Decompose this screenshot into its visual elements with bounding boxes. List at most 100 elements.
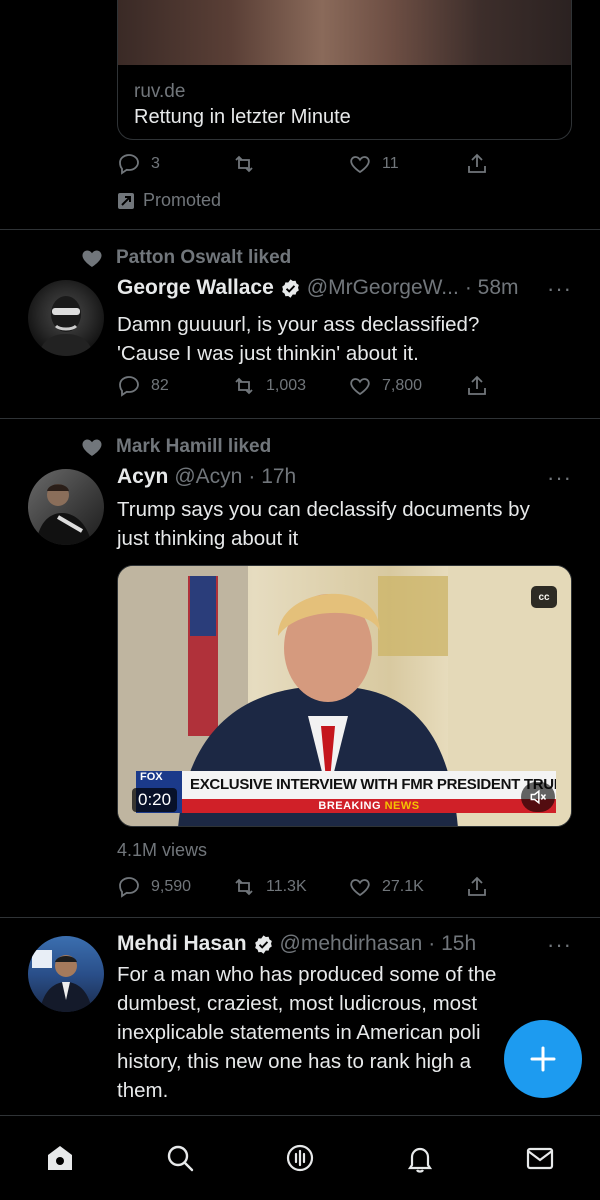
display-name[interactable]: Mehdi Hasan [117,932,247,956]
tweet-text-line: dumbest, craziest, most ludicrous, most [117,992,478,1015]
share-icon [468,876,486,896]
breaking-text: BREAKING [318,800,382,812]
breaking-news-banner: BREAKING NEWS [182,799,556,813]
retweet-button[interactable] [232,150,256,178]
nav-search[interactable] [160,1138,200,1178]
bottom-navigation [0,1115,600,1200]
retweet-icon [235,878,253,896]
plus-icon [530,1046,556,1072]
mute-button[interactable] [521,782,555,812]
verified-icon [254,934,272,954]
avatar-image [38,296,94,356]
avatar[interactable] [28,469,104,545]
cc-button[interactable]: cc [531,586,557,608]
like-count: 27.1K [382,878,424,895]
tweet-text-line: just thinking about it [117,527,299,550]
promoted-label: Promoted [117,190,221,211]
compose-tweet-button[interactable] [504,1020,582,1098]
share-button[interactable] [465,873,489,901]
heart-icon [350,378,370,396]
tweet-header: Acyn @Acyn · 17h [117,465,296,489]
tweet-text: For a man who has produced some of the d… [117,960,577,1105]
retweet-count: 1,003 [266,377,307,394]
display-name[interactable]: Acyn [117,465,168,489]
tweet[interactable]: Mehdi Hasan @mehdirhasan · 15h ··· For a… [0,918,600,1118]
like-count: 11 [382,155,399,172]
tweet-text-line: Trump says you can declassify documents … [117,498,530,521]
promoted-icon [118,192,134,209]
heart-icon [350,879,370,897]
avatar[interactable] [28,936,104,1012]
reply-button[interactable]: 82 [117,372,169,400]
retweet-button[interactable]: 1,003 [232,372,306,400]
share-icon [468,153,486,173]
cc-label: cc [538,591,550,603]
verified-icon [281,278,299,298]
share-button[interactable] [465,372,489,400]
handle[interactable]: @mehdirhasan [280,932,423,956]
share-button[interactable] [465,150,489,178]
like-button[interactable]: 27.1K [348,873,424,901]
tweet-actions: 82 1,003 7,800 [117,372,577,400]
nav-home[interactable] [40,1138,80,1178]
mute-icon [530,789,547,805]
heart-icon [350,156,370,174]
social-context: Mark Hamill liked [80,435,271,459]
avatar-image [36,484,92,545]
reply-icon [119,877,139,898]
display-name[interactable]: George Wallace [117,276,274,300]
network-logo: FOX [140,771,163,783]
retweet-button[interactable]: 11.3K [232,873,307,901]
tweet-actions: 9,590 11.3K 27.1K [117,873,577,901]
reply-icon [119,376,139,397]
more-options-button[interactable]: ··· [547,276,572,302]
tweet-text: Damn guuuurl, is your ass declassified? … [117,310,577,368]
link-card[interactable]: ruv.de Rettung in letzter Minute [117,0,572,140]
retweet-icon [235,155,253,173]
handle[interactable]: @MrGeorgeW... [307,276,459,300]
chyron-text: EXCLUSIVE INTERVIEW WITH FMR PRESIDENT T… [190,776,556,793]
handle[interactable]: @Acyn [174,465,242,489]
like-button[interactable]: 11 [348,150,399,178]
tweet-header: Mehdi Hasan @mehdirhasan · 15h [117,932,476,956]
reply-button[interactable]: 3 [117,150,160,178]
reply-count: 3 [151,155,160,172]
tweet-text: Trump says you can declassify documents … [117,495,577,553]
view-count: 4.1M views [117,840,208,860]
tweet[interactable]: Patton Oswalt liked George Wallace @MrGe… [0,230,600,419]
avatar[interactable] [28,280,104,356]
tweet-header: George Wallace @MrGeorgeW... · 58m [117,276,519,300]
tweet-text-line: them. [117,1079,169,1102]
heart-filled-icon [82,439,102,456]
messages-icon [526,1147,554,1170]
promoted-tweet[interactable]: ruv.de Rettung in letzter Minute 3 11 Pr… [0,0,600,230]
notifications-icon [407,1147,433,1173]
like-button[interactable]: 7,800 [348,372,422,400]
retweet-count: 11.3K [266,878,307,895]
social-context: Patton Oswalt liked [80,246,291,270]
nav-messages[interactable] [520,1138,560,1178]
link-card-domain: ruv.de [134,81,186,102]
reply-count: 82 [151,377,169,394]
share-icon [468,375,486,395]
timestamp[interactable]: · 17h [248,465,296,489]
tweet-actions: 3 11 [117,150,577,178]
like-count: 7,800 [382,377,423,394]
home-icon [48,1146,72,1170]
social-context-text: Patton Oswalt liked [116,247,292,268]
video-duration: 0:20 [132,788,178,812]
reply-button[interactable]: 9,590 [117,873,191,901]
retweet-icon [235,377,253,395]
more-options-button[interactable]: ··· [547,465,572,491]
news-text: NEWS [384,800,420,812]
timestamp[interactable]: · 58m [465,276,519,300]
search-icon [167,1145,194,1172]
tweet-text-line: Damn guuuurl, is your ass declassified? [117,313,480,336]
more-options-button[interactable]: ··· [547,932,572,958]
nav-notifications[interactable] [400,1138,440,1178]
timestamp[interactable]: · 15h [428,932,476,956]
social-context-text: Mark Hamill liked [116,436,272,457]
link-card-title: Rettung in letzter Minute [134,106,351,128]
video-player[interactable]: cc FOX EXCLUSIVE INTERVIEW WITH FMR PRES… [117,565,572,827]
nav-spaces[interactable] [280,1138,320,1178]
